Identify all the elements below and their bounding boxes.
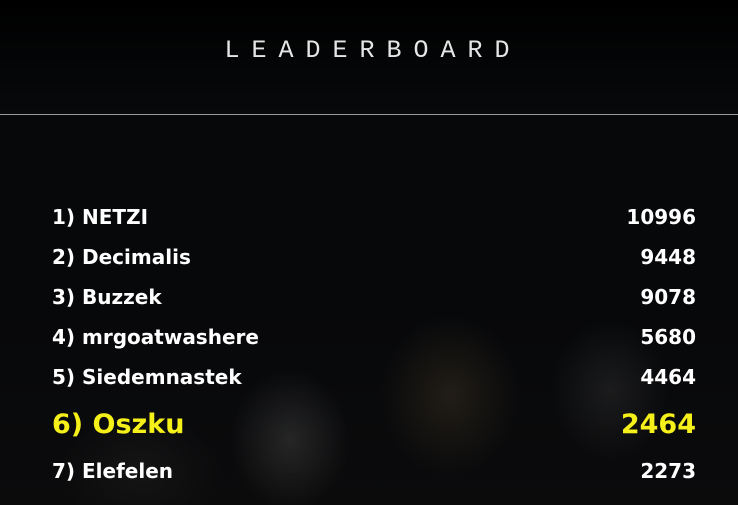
- player-rank-name: 1) NETZI: [52, 205, 149, 229]
- leaderboard-row-5: 5) Siedemnastek 4464: [52, 357, 696, 397]
- player-rank-name: 7) Elefelen: [52, 459, 174, 483]
- player-score: 10996: [626, 205, 696, 229]
- leaderboard-row-2: 2) Decimalis 9448: [52, 237, 696, 277]
- player-score: 4464: [640, 365, 696, 389]
- player-rank-name: 4) mrgoatwashere: [52, 325, 259, 349]
- player-rank-name: 2) Decimalis: [52, 245, 191, 269]
- leaderboard-header: LEADERBOARD: [0, 0, 738, 114]
- player-score: 9448: [640, 245, 696, 269]
- leaderboard-row-7: 7) Elefelen 2273: [52, 451, 696, 491]
- current-player-score: 2464: [620, 408, 696, 440]
- leaderboard-screen: LEADERBOARD 1) NETZI 10996 2) Decimalis …: [0, 0, 738, 505]
- current-player-rank-name: 6) Oszku: [52, 408, 185, 440]
- leaderboard-row-current-player: 6) Oszku 2464: [52, 397, 696, 451]
- leaderboard-row-3: 3) Buzzek 9078: [52, 277, 696, 317]
- player-rank-name: 5) Siedemnastek: [52, 365, 242, 389]
- header-divider: [0, 114, 738, 115]
- leaderboard-list: 1) NETZI 10996 2) Decimalis 9448 3) Buzz…: [52, 197, 696, 491]
- player-rank-name: 3) Buzzek: [52, 285, 162, 309]
- player-score: 5680: [640, 325, 696, 349]
- leaderboard-row-1: 1) NETZI 10996: [52, 197, 696, 237]
- leaderboard-row-4: 4) mrgoatwashere 5680: [52, 317, 696, 357]
- leaderboard-title: LEADERBOARD: [224, 36, 522, 65]
- player-score: 2273: [640, 459, 696, 483]
- player-score: 9078: [640, 285, 696, 309]
